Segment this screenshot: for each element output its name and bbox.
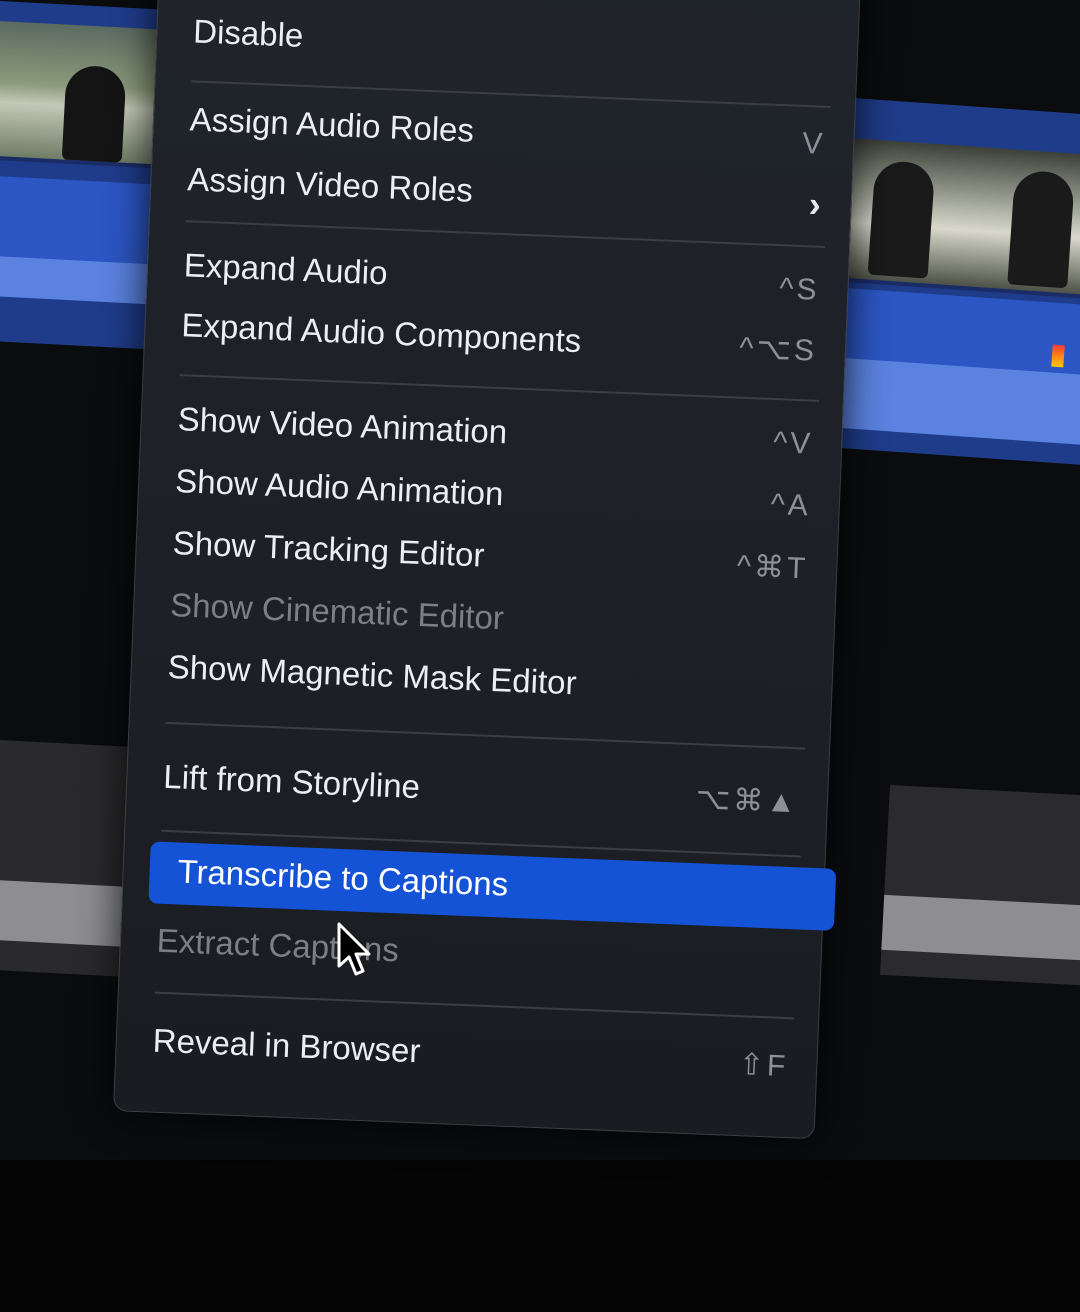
menu-item-label: Show Audio Animation	[174, 462, 505, 513]
menu-item-label: Expand Audio	[183, 246, 389, 292]
menu-item-reveal-in-browser[interactable]: Reveal in Browser ⇧F	[152, 1014, 794, 1096]
menu-item-label: Lift from Storyline	[162, 757, 421, 806]
audio-peak-indicator	[1051, 344, 1065, 368]
menu-item-shortcut: ^A	[770, 487, 812, 523]
chevron-right-icon: ›	[808, 183, 822, 225]
menu-item-shortcut: ^V	[772, 426, 814, 461]
menu-item-label: Assign Video Roles	[186, 160, 474, 209]
menu-item-label: Assign Audio Roles	[189, 100, 475, 149]
timeline-track-right[interactable]	[880, 785, 1080, 987]
menu-item-lift-from-storyline[interactable]: Lift from Storyline ⌥⌘▲	[162, 750, 804, 832]
menu-item-label: Expand Audio Components	[180, 306, 582, 360]
menu-item-label: Disable	[192, 12, 305, 54]
menu-item-label: Show Cinematic Editor	[169, 585, 505, 637]
menu-item-disable[interactable]: Disable	[192, 4, 834, 86]
menu-item-shortcut: ^⌘T	[736, 549, 809, 586]
arrow-cursor-icon	[337, 922, 371, 976]
menu-item-shortcut: ^S	[778, 272, 821, 307]
menu-separator	[154, 991, 795, 1020]
menu-item-extract-captions[interactable]: Extract Captions	[156, 914, 798, 996]
menu-item-label: Transcribe to Captions	[176, 852, 509, 903]
menu-item-shortcut: ⇧F	[738, 1048, 789, 1084]
menu-item-label: Show Tracking Editor	[172, 524, 486, 574]
menu-item-shortcut: V	[801, 126, 826, 161]
menu-item-shortcut: ^⌥S	[738, 331, 818, 368]
audio-waveform	[881, 894, 1080, 962]
context-menu: Disable Assign Audio Roles V Assign Vide…	[112, 0, 862, 1140]
menu-separator	[165, 721, 806, 750]
menu-item-label: Reveal in Browser	[152, 1021, 422, 1070]
menu-item-label: Show Magnetic Mask Editor	[167, 647, 578, 702]
menu-item-label: Show Video Animation	[177, 400, 508, 451]
menu-item-shortcut: ⌥⌘▲	[695, 782, 800, 820]
